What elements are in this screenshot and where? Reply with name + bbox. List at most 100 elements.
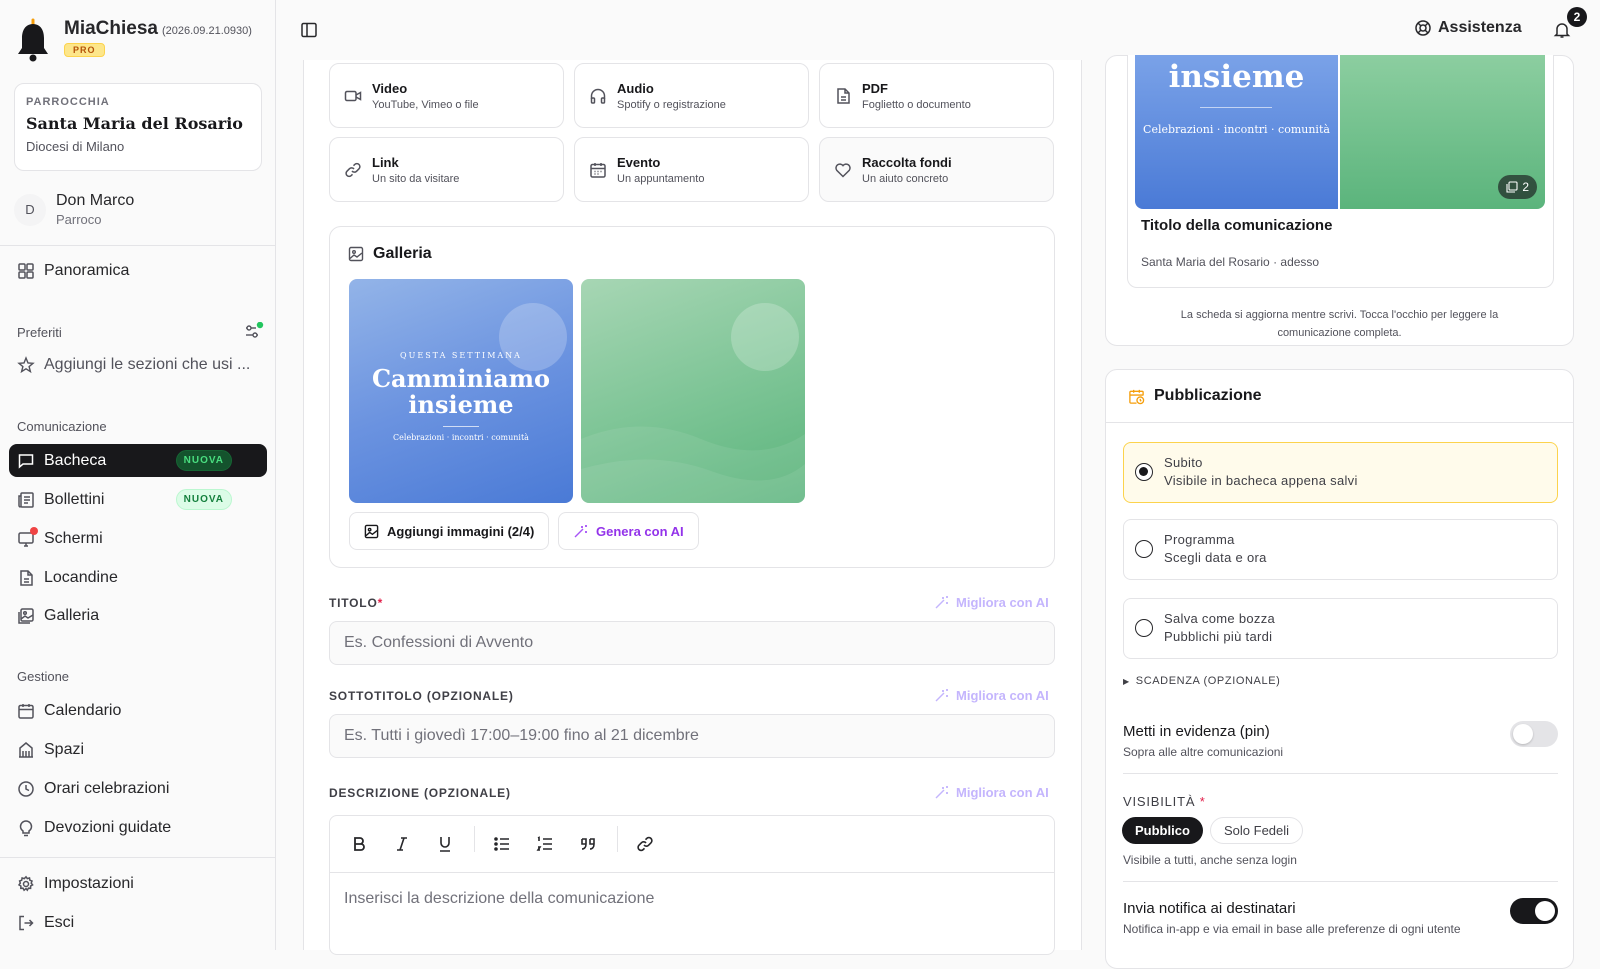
gear-icon: [17, 875, 34, 892]
radio-selected[interactable]: [1135, 463, 1153, 481]
magic-wand-icon: [574, 525, 587, 538]
description-editor[interactable]: Inserisci la descrizione della comunicaz…: [329, 815, 1055, 955]
help-button[interactable]: Assistenza: [1414, 19, 1522, 37]
divider: [1123, 773, 1558, 774]
preview-title: Titolo della comunicazione: [1141, 217, 1333, 234]
parish-name: Santa Maria del Rosario: [26, 114, 243, 133]
visibility-public-pill[interactable]: Pubblico: [1122, 817, 1203, 844]
user-profile[interactable]: D Don Marco Parroco: [14, 192, 134, 227]
bold-icon[interactable]: [349, 834, 369, 854]
publish-option-now[interactable]: Subito Visibile in bacheca appena salvi: [1123, 442, 1558, 503]
favorites-add[interactable]: Aggiungi le sezioni che usi ...: [9, 348, 267, 381]
add-images-button[interactable]: Aggiungi immagini (2/4): [349, 512, 550, 550]
type-card-video[interactable]: Video YouTube, Vimeo o file: [329, 63, 564, 128]
nav-label: Orari celebrazioni: [44, 779, 170, 797]
nav-item-bollettini[interactable]: Bollettini NUOVA: [9, 483, 267, 516]
nav-item-esci[interactable]: Esci: [9, 906, 267, 939]
nav-item-schermi[interactable]: Schermi: [9, 522, 267, 555]
title-input[interactable]: Es. Confessioni di Avvento: [329, 621, 1055, 665]
gallery-header: Galleria: [348, 245, 432, 263]
gallery-image-1[interactable]: QUESTA SETTIMANA Camminiamo insieme Cele…: [349, 279, 573, 503]
publish-option-schedule[interactable]: Programma Scegli data e ora: [1123, 519, 1558, 580]
subtitle-input[interactable]: Es. Tutti i giovedì 17:00–19:00 fino al …: [329, 714, 1055, 758]
generate-ai-button[interactable]: Genera con AI: [558, 512, 699, 550]
italic-icon[interactable]: [392, 834, 412, 854]
image-title-line1: Camminiamo: [371, 364, 551, 393]
type-card-evento[interactable]: Evento Un appuntamento: [574, 137, 809, 202]
improve-ai-title-button[interactable]: Migliora con AI: [934, 594, 1049, 610]
divider: [443, 426, 479, 427]
nav-item-calendario[interactable]: Calendario: [9, 694, 267, 727]
improve-ai-description-button[interactable]: Migliora con AI: [934, 784, 1049, 800]
dashboard-icon: [18, 262, 34, 279]
type-title: PDF: [862, 80, 888, 96]
decor-circle: [731, 303, 799, 371]
publication-title: Pubblicazione: [1154, 387, 1262, 404]
toggle-knob: [1535, 901, 1555, 921]
editor-toolbar: [330, 816, 1054, 873]
nav-item-locandine[interactable]: Locandine: [9, 561, 267, 594]
improve-ai-subtitle-button[interactable]: Migliora con AI: [934, 687, 1049, 703]
type-card-pdf[interactable]: PDF Foglietto o documento: [819, 63, 1054, 128]
notify-subtitle: Notifica in-app e via email in base alle…: [1123, 922, 1461, 936]
nav-item-orari[interactable]: Orari celebrazioni: [9, 772, 267, 805]
notify-toggle[interactable]: [1510, 898, 1558, 924]
add-images-label: Aggiungi immagini (2/4): [387, 523, 535, 539]
type-subtitle: Foglietto o documento: [862, 98, 971, 111]
nav-label: Devozioni guidate: [44, 818, 172, 836]
image-icon: [348, 246, 364, 262]
nav-label: Calendario: [44, 701, 122, 719]
nav-item-galleria[interactable]: Galleria: [9, 599, 267, 632]
pin-toggle[interactable]: [1510, 721, 1558, 747]
nav-label: Esci: [44, 913, 75, 931]
favorites-title: Preferiti: [17, 325, 62, 340]
newspaper-icon: [18, 491, 34, 508]
preview-post[interactable]: insieme Celebrazioni · incontri · comuni…: [1127, 55, 1554, 288]
notifications-button[interactable]: 2: [1553, 7, 1587, 41]
underline-icon[interactable]: [435, 834, 455, 854]
pin-subtitle: Sopra alle altre comunicazioni: [1123, 745, 1284, 759]
option-subtitle: Visibile in bacheca appena salvi: [1164, 473, 1358, 488]
type-card-link[interactable]: Link Un sito da visitare: [329, 137, 564, 202]
new-badge: NUOVA: [175, 450, 232, 471]
publish-option-draft[interactable]: Salva come bozza Pubblichi più tardi: [1123, 598, 1558, 659]
subtitle-label: SOTTOTITOLO (OPZIONALE): [329, 689, 514, 703]
gallery-title: Galleria: [373, 245, 432, 262]
management-title: Gestione: [17, 669, 70, 684]
sidebar-toggle-icon[interactable]: [300, 21, 318, 39]
type-card-audio[interactable]: Audio Spotify o registrazione: [574, 63, 809, 128]
type-title: Audio: [617, 80, 654, 96]
nav-item-overview[interactable]: Panoramica: [9, 254, 267, 287]
preview-image-caption: Celebrazioni · incontri · comunità: [1143, 123, 1330, 136]
new-badge: NUOVA: [175, 489, 232, 510]
gallery-image-2[interactable]: [581, 279, 805, 503]
generate-ai-label: Genera con AI: [596, 523, 684, 539]
brand[interactable]: MiaChiesa (2026.09.21.0930) PRO: [16, 18, 252, 62]
bullet-list-icon[interactable]: [492, 834, 512, 854]
nav-item-impostazioni[interactable]: Impostazioni: [9, 867, 267, 900]
calendar-icon: [18, 703, 34, 719]
quote-icon[interactable]: [578, 834, 598, 854]
favorites-settings-icon[interactable]: [244, 322, 264, 340]
parish-card[interactable]: PARROCCHIA Santa Maria del Rosario Dioce…: [14, 83, 262, 171]
nav-label: Bacheca: [44, 451, 107, 469]
deadline-toggle[interactable]: ▶ SCADENZA (OPZIONALE): [1123, 675, 1280, 687]
numbered-list-icon[interactable]: [535, 834, 555, 854]
type-card-raccolta-fondi[interactable]: Raccolta fondi Un aiuto concreto: [819, 137, 1054, 202]
file-text-icon: [20, 569, 33, 586]
building-icon: [19, 741, 33, 758]
radio[interactable]: [1135, 619, 1153, 637]
subtitle-placeholder: Es. Tutti i giovedì 17:00–19:00 fino al …: [344, 727, 699, 744]
link-icon[interactable]: [635, 834, 655, 854]
nav-item-devozioni[interactable]: Devozioni guidate: [9, 811, 267, 844]
lightbulb-icon: [19, 819, 33, 836]
app-version: (2026.09.21.0930): [161, 25, 252, 37]
nav-item-spazi[interactable]: Spazi: [9, 733, 267, 766]
plan-badge: PRO: [64, 43, 105, 57]
radio[interactable]: [1135, 540, 1153, 558]
option-subtitle: Scegli data e ora: [1164, 550, 1267, 565]
visibility-members-pill[interactable]: Solo Fedeli: [1210, 817, 1304, 844]
user-role: Parroco: [56, 212, 102, 227]
nav-item-bacheca[interactable]: Bacheca NUOVA: [9, 444, 267, 477]
magic-wand-icon: [935, 786, 948, 799]
